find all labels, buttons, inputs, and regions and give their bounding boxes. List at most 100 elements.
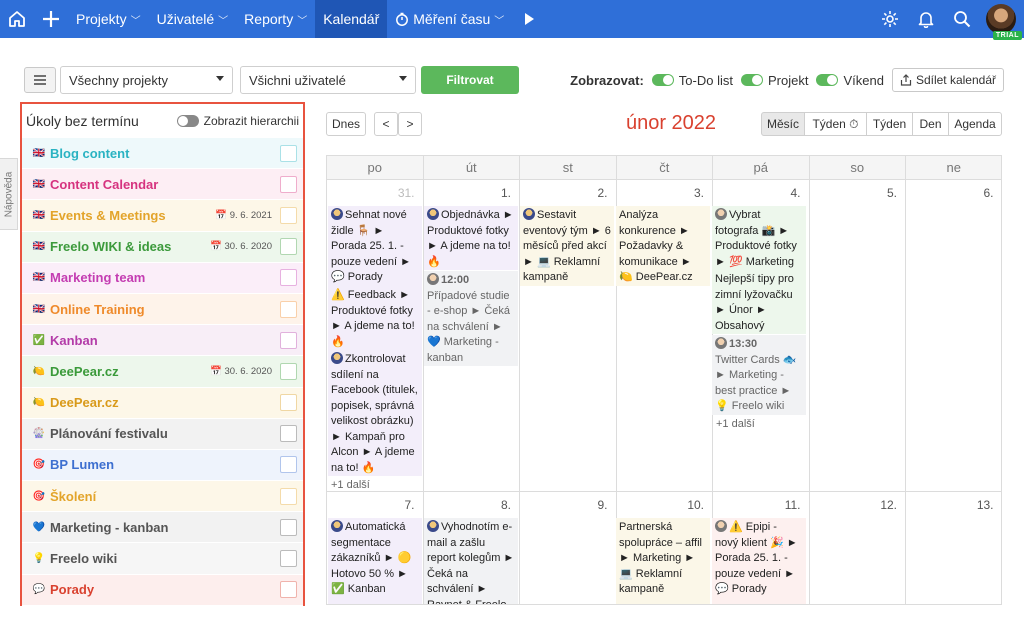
project-emoji-icon: 💬 bbox=[32, 584, 46, 596]
day-cell[interactable]: 12. bbox=[810, 492, 906, 604]
calendar-event[interactable]: Nejlepší tipy pro zimní lyžovačku ► Únor… bbox=[712, 270, 806, 334]
calendar-event[interactable]: 12:00 Případové studie - e-shop ► Čeká na… bbox=[424, 271, 518, 366]
project-checkbox[interactable] bbox=[280, 331, 297, 349]
unscheduled-tasks-panel: Úkoly bez termínu Zobrazit hierarchii 🇬🇧… bbox=[20, 102, 305, 606]
toggle-todo-list[interactable]: To-Do list bbox=[651, 73, 733, 88]
project-item[interactable]: 🇬🇧 Online Training bbox=[22, 293, 303, 326]
caret-down-icon bbox=[216, 76, 224, 81]
prev-month-button[interactable]: < bbox=[374, 112, 398, 136]
project-item[interactable]: 🎡 Plánování festivalu bbox=[22, 418, 303, 450]
event-text: Případové studie - e-shop ► Čeká na schv… bbox=[427, 289, 511, 364]
calendar-event[interactable]: Partnerská spolupráce – affil ► Marketin… bbox=[616, 518, 710, 604]
project-checkbox[interactable] bbox=[280, 456, 297, 474]
view-agenda-button[interactable]: Agenda bbox=[948, 112, 1002, 136]
project-item[interactable]: 💙 Marketing - kanban bbox=[22, 512, 303, 544]
view-week-button[interactable]: Týden bbox=[866, 112, 913, 136]
calendar-event[interactable]: Vybrat fotografa 📸 ► Produktové fotky ► … bbox=[712, 206, 806, 270]
toggle-switch-off[interactable] bbox=[176, 115, 199, 127]
project-item[interactable]: 🍋 DeePear.cz bbox=[22, 387, 303, 419]
gear-icon[interactable] bbox=[872, 0, 908, 38]
share-calendar-button[interactable]: Sdílet kalendář bbox=[891, 68, 1004, 92]
today-button[interactable]: Dnes bbox=[326, 112, 366, 136]
calendar-event[interactable]: 13:30 Twitter Cards 🐟 ► Marketing - best … bbox=[712, 335, 806, 415]
project-checkbox[interactable] bbox=[280, 269, 297, 287]
project-checkbox[interactable] bbox=[280, 238, 297, 256]
project-checkbox[interactable] bbox=[280, 487, 297, 505]
project-checkbox[interactable] bbox=[280, 425, 297, 443]
day-cell[interactable]: 9. bbox=[520, 492, 617, 604]
project-item[interactable]: 🎯 BP Lumen bbox=[22, 449, 303, 482]
project-checkbox[interactable] bbox=[280, 300, 297, 318]
project-item[interactable]: 🎯 Školení bbox=[22, 481, 303, 513]
hamburger-icon bbox=[34, 75, 46, 85]
toggle-switch-on[interactable] bbox=[816, 74, 839, 86]
menu-projekty[interactable]: Projekty ﹀ bbox=[68, 0, 149, 38]
search-icon[interactable] bbox=[944, 0, 980, 38]
calendar-event[interactable]: Automatická segmentace zákazníků ► 🟡 Hot… bbox=[328, 518, 422, 604]
project-item[interactable]: 🇬🇧 Events & Meetings 📅 9. 6. 2021 bbox=[22, 200, 303, 232]
project-checkbox[interactable] bbox=[280, 206, 297, 224]
more-events-link[interactable]: +1 další bbox=[331, 479, 370, 491]
event-text: Sehnat nové židle 🪑 ► Porada 25. 1. - po… bbox=[331, 209, 411, 283]
help-side-tab[interactable]: Nápověda bbox=[0, 158, 18, 230]
plus-icon[interactable] bbox=[34, 0, 68, 38]
project-checkbox[interactable] bbox=[280, 175, 297, 193]
avatar bbox=[427, 273, 439, 285]
project-deadline-value: 9. 6. 2021 bbox=[229, 209, 272, 221]
project-item[interactable]: 💬 Porady bbox=[22, 574, 303, 606]
toggle-sidebar-button[interactable] bbox=[24, 67, 56, 93]
next-month-button[interactable]: > bbox=[398, 112, 422, 136]
project-item[interactable]: ✅ Kanban bbox=[22, 325, 303, 357]
project-emoji-icon: 🇬🇧 bbox=[32, 178, 46, 190]
toggle-label: Víkend bbox=[843, 72, 884, 88]
toggle-switch-on[interactable] bbox=[651, 74, 674, 86]
bell-icon[interactable] bbox=[908, 0, 944, 38]
calendar-event[interactable]: Analýza konkurence ► Požadavky & komunik… bbox=[616, 206, 710, 286]
menu-uzivatele[interactable]: Uživatelé ﹀ bbox=[149, 0, 237, 38]
project-checkbox[interactable] bbox=[280, 362, 297, 380]
home-icon[interactable] bbox=[0, 0, 34, 38]
project-item[interactable]: 🇬🇧 Marketing team bbox=[22, 262, 303, 294]
event-text: Analýza konkurence ► Požadavky & komunik… bbox=[619, 209, 693, 283]
filter-button[interactable]: Filtrovat bbox=[421, 66, 519, 94]
more-events-link[interactable]: +1 další bbox=[716, 418, 755, 430]
calendar-event[interactable]: ⚠️ Feedback ► Produktové fotky ► A jdeme… bbox=[328, 286, 422, 350]
calendar-event[interactable]: Sehnat nové židle 🪑 ► Porada 25. 1. - po… bbox=[328, 206, 422, 286]
project-item[interactable]: 🇬🇧 Content Calendar bbox=[22, 169, 303, 201]
toggle-projekt[interactable]: Projekt bbox=[740, 73, 808, 88]
project-checkbox[interactable] bbox=[280, 581, 297, 599]
menu-label: Měření času bbox=[413, 11, 491, 27]
play-icon[interactable] bbox=[512, 0, 546, 38]
calendar-event[interactable]: Zkontrolovat sdílení na Facebook (titule… bbox=[328, 350, 422, 476]
calendar-event[interactable]: Vyhodnotím e-mail a zašlu report kolegům… bbox=[424, 518, 518, 604]
project-emoji-icon: 🇬🇧 bbox=[32, 303, 46, 315]
avatar[interactable]: TRIAL bbox=[986, 4, 1022, 40]
calendar-navigation: Dnes < > únor 2022 Měsíc Týden ⏱ Týden D… bbox=[326, 112, 1002, 140]
projects-select[interactable]: Všechny projekty bbox=[60, 66, 233, 94]
toggle-switch-on[interactable] bbox=[740, 74, 763, 86]
calendar-event[interactable]: ⚠️ Epipi - nový klient 🎉 ► Porada 25. 1.… bbox=[712, 518, 806, 604]
menu-mereni-casu[interactable]: Měření času ﹀ bbox=[387, 0, 512, 38]
project-checkbox[interactable] bbox=[280, 144, 297, 162]
project-checkbox[interactable] bbox=[280, 518, 297, 536]
day-cell[interactable]: 13. bbox=[906, 492, 1001, 604]
calendar-event[interactable]: Objednávka ► Produktové fotky ► A jdeme … bbox=[424, 206, 518, 270]
day-cell[interactable]: 6. bbox=[906, 180, 1001, 492]
project-checkbox[interactable] bbox=[280, 394, 297, 412]
day-cell[interactable]: 5. bbox=[809, 180, 906, 492]
project-checkbox[interactable] bbox=[280, 550, 297, 568]
project-item[interactable]: 🇬🇧 Blog content bbox=[22, 138, 303, 170]
menu-reporty[interactable]: Reporty ﹀ bbox=[236, 0, 315, 38]
toggle-vikend[interactable]: Víkend bbox=[816, 72, 884, 88]
view-week-timer-button[interactable]: Týden ⏱ bbox=[804, 112, 867, 136]
project-item[interactable]: 💡 Freelo wiki bbox=[22, 543, 303, 575]
view-day-button[interactable]: Den bbox=[912, 112, 949, 136]
hierarchy-toggle[interactable]: Zobrazit hierarchii bbox=[176, 114, 299, 128]
project-item[interactable]: 🍋 DeePear.cz 📅 30. 6. 2020 bbox=[22, 356, 303, 388]
users-select[interactable]: Všichni uživatelé bbox=[240, 66, 416, 94]
menu-kalendar[interactable]: Kalendář bbox=[315, 0, 388, 38]
view-month-button[interactable]: Měsíc bbox=[761, 112, 805, 136]
day-number: 1. bbox=[500, 186, 511, 200]
project-item[interactable]: 🇬🇧 Freelo WIKI & ideas 📅 30. 6. 2020 bbox=[22, 231, 303, 263]
calendar-event[interactable]: Sestavit eventový tým ► 6 měsíců před ak… bbox=[520, 206, 614, 286]
